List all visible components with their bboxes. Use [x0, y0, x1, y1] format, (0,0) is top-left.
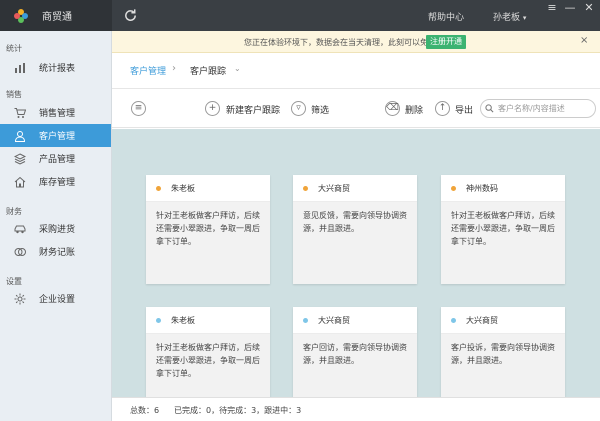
new-tracking-button[interactable]: 新建客户跟踪	[226, 103, 280, 116]
title-bar: 商贸通 帮助中心 孙老板 ▾ ≡ — ✕	[0, 0, 600, 31]
tracking-card[interactable]: 朱老板 针对王老板做客户拜访，后续还需要小翠跟进，争取一周后拿下订单。	[146, 175, 270, 284]
user-name: 孙老板	[493, 13, 521, 23]
sidebar-item-inventory[interactable]: 库存管理	[0, 170, 111, 193]
search-box[interactable]	[480, 99, 596, 118]
coins-icon	[14, 247, 26, 256]
car-icon	[14, 225, 26, 233]
card-body: 意见反馈，需要向领导协调资源，并且跟进。	[293, 202, 417, 284]
sidebar-item-label: 客户管理	[39, 132, 76, 142]
breadcrumb: 客户管理 › 客户跟踪 ⌄	[112, 53, 600, 89]
bar-chart-icon	[15, 62, 25, 73]
tracking-card[interactable]: 神州数码 针对王老板做客户拜访，后续还需要小翠跟进，争取一周后拿下订单。	[441, 175, 565, 284]
card-title: 大兴商贸	[318, 315, 350, 325]
sidebar-item-label: 企业设置	[39, 295, 76, 305]
search-input[interactable]	[498, 102, 592, 115]
status-dot	[156, 317, 161, 323]
tracking-card[interactable]: 朱老板 针对王老板做客户拜访，后续还需要小翠跟进，争取一周后拿下订单。	[146, 307, 270, 397]
plus-icon[interactable]: +	[205, 101, 220, 116]
menu-button[interactable]: ≡	[543, 0, 561, 31]
delete-button[interactable]: 删除	[405, 103, 423, 116]
sidebar-item-purchasing[interactable]: 采购进货	[0, 217, 111, 240]
list-menu-icon[interactable]: ≡	[131, 101, 146, 116]
help-center-link[interactable]: 帮助中心	[428, 10, 464, 23]
chevron-down-icon: ▾	[522, 14, 527, 22]
sidebar: 统计 统计报表 销售 销售管理 客户管理 产品管理 库存管理 财务 采购进货 财…	[0, 31, 112, 421]
gear-icon	[14, 293, 26, 304]
card-title: 大兴商贸	[318, 183, 350, 193]
register-button[interactable]: 注册开通	[426, 35, 466, 49]
upload-icon[interactable]: ↑	[435, 101, 450, 116]
card-body: 针对王老板做客户拜访，后续还需要小翠跟进，争取一周后拿下订单。	[146, 202, 270, 284]
card-body: 针对王老板做客户拜访，后续还需要小翠跟进，争取一周后拿下订单。	[146, 334, 270, 397]
card-body: 客户回访，需要向领导协调资源，并且跟进。	[293, 334, 417, 397]
section-title-finance: 财务	[6, 207, 22, 216]
card-header: 大兴商贸	[293, 175, 417, 202]
card-title: 神州数码	[466, 183, 498, 193]
card-header: 神州数码	[441, 175, 565, 202]
sidebar-item-products[interactable]: 产品管理	[0, 147, 111, 170]
filter-icon[interactable]: ▿	[291, 101, 306, 116]
sidebar-item-sales[interactable]: 销售管理	[0, 101, 111, 124]
app-logo-area: 商贸通	[0, 0, 112, 31]
user-icon	[14, 130, 26, 142]
card-header: 朱老板	[146, 307, 270, 334]
card-body: 客户投诉，需要向领导协调资源，并且跟进。	[441, 334, 565, 397]
progress-counts: 已完成：0，待完成：3，跟进中：3	[174, 406, 302, 415]
card-title: 朱老板	[171, 183, 195, 193]
breadcrumb-customer-management[interactable]: 客户管理	[130, 64, 166, 77]
status-dot	[156, 185, 161, 191]
tracking-card[interactable]: 大兴商贸 客户投诉，需要向领导协调资源，并且跟进。	[441, 307, 565, 397]
toolbar: ≡ + 新建客户跟踪 ▿ 筛选 ⌫ 删除 ↑ 导出	[112, 90, 600, 128]
sidebar-item-bookkeeping[interactable]: 财务记账	[0, 240, 111, 263]
tracking-card[interactable]: 大兴商贸 意见反馈，需要向领导协调资源，并且跟进。	[293, 175, 417, 284]
house-icon	[14, 176, 26, 187]
trial-notice-bar: 您正在体验环境下，数据会在当天清理，此刻可以免费 注册开通 ×	[112, 31, 600, 53]
sidebar-item-stats-report[interactable]: 统计报表	[0, 56, 111, 79]
close-icon[interactable]: ×	[580, 35, 588, 46]
breadcrumb-customer-tracking: 客户跟踪	[190, 67, 227, 77]
chevron-right-icon: ›	[172, 63, 176, 74]
sidebar-item-label: 财务记账	[39, 248, 76, 258]
sidebar-item-label: 库存管理	[39, 178, 76, 188]
total-count: 总数：6	[130, 406, 160, 415]
section-title-settings: 设置	[6, 277, 22, 286]
tracking-card-area: 朱老板 针对王老板做客户拜访，后续还需要小翠跟进，争取一周后拿下订单。 大兴商贸…	[112, 129, 600, 397]
minimize-button[interactable]: —	[561, 0, 579, 31]
cart-icon	[14, 107, 26, 118]
refresh-icon[interactable]	[123, 8, 138, 23]
sidebar-item-label: 产品管理	[39, 155, 76, 165]
app-logo-icon	[14, 8, 28, 23]
chevron-down-icon[interactable]: ⌄	[234, 64, 241, 73]
app-name: 商贸通	[42, 12, 72, 23]
status-bar: 总数：6 已完成：0，待完成：3，跟进中：3	[112, 397, 600, 421]
section-title-stats: 统计	[6, 44, 22, 53]
sidebar-item-label: 统计报表	[39, 64, 76, 74]
status-dot	[303, 185, 308, 191]
trial-notice-text: 您正在体验环境下，数据会在当天清理，此刻可以免费	[244, 38, 436, 47]
card-title: 大兴商贸	[466, 315, 498, 325]
card-header: 大兴商贸	[441, 307, 565, 334]
sidebar-item-label: 采购进货	[39, 225, 76, 235]
layers-icon	[14, 152, 26, 165]
card-header: 朱老板	[146, 175, 270, 202]
user-menu[interactable]: 孙老板 ▾	[493, 10, 526, 23]
card-header: 大兴商贸	[293, 307, 417, 334]
sidebar-item-company-settings[interactable]: 企业设置	[0, 287, 111, 310]
close-button[interactable]: ✕	[580, 0, 598, 31]
export-button[interactable]: 导出	[455, 103, 473, 116]
search-icon	[485, 104, 494, 113]
status-dot	[451, 317, 456, 323]
card-title: 朱老板	[171, 315, 195, 325]
trash-icon[interactable]: ⌫	[385, 101, 400, 116]
status-dot	[451, 185, 456, 191]
section-title-sales: 销售	[6, 90, 22, 99]
filter-button[interactable]: 筛选	[311, 103, 329, 116]
status-dot	[303, 317, 308, 323]
tracking-card[interactable]: 大兴商贸 客户回访，需要向领导协调资源，并且跟进。	[293, 307, 417, 397]
sidebar-item-customers[interactable]: 客户管理	[0, 124, 111, 147]
sidebar-item-label: 销售管理	[39, 109, 76, 119]
card-body: 针对王老板做客户拜访，后续还需要小翠跟进，争取一周后拿下订单。	[441, 202, 565, 284]
